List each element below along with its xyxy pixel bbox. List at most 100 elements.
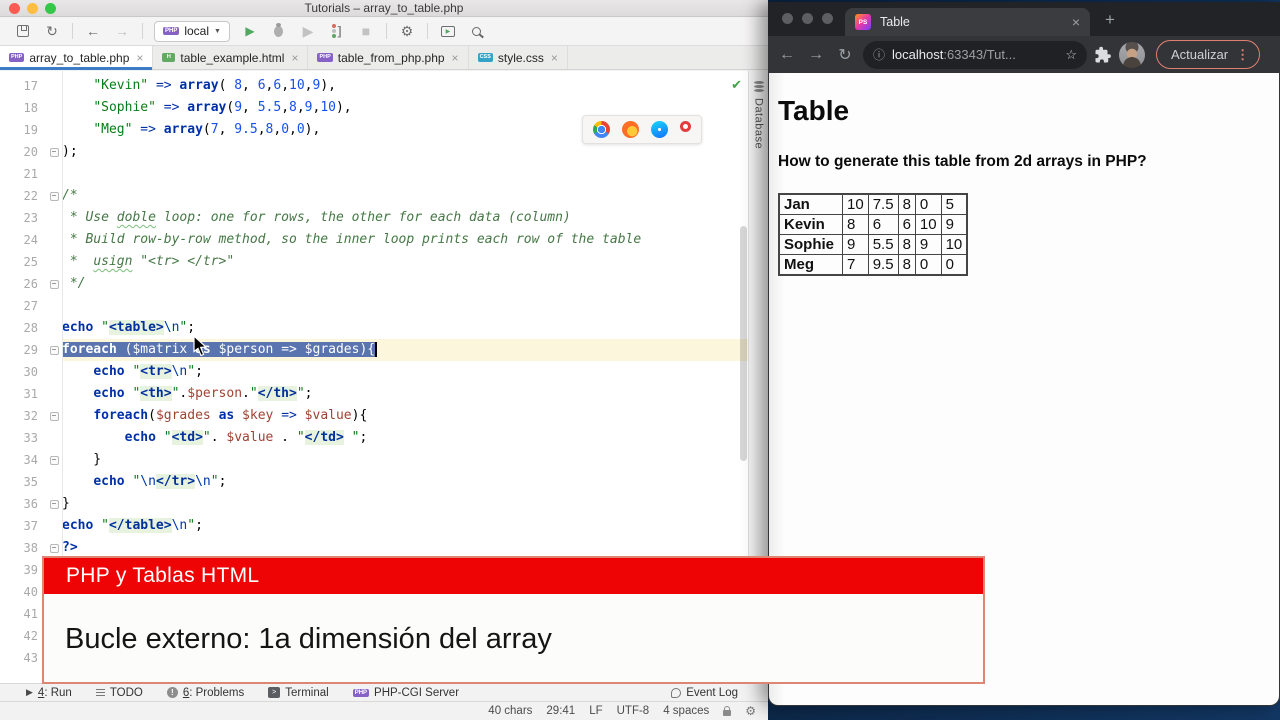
fold-gutter [46,383,62,405]
coverage-button[interactable]: ▶ [299,22,317,40]
browser-forward-button[interactable]: → [805,46,827,64]
browser-tabstrip: PS Table × + [768,2,1280,36]
debug-button[interactable] [270,22,288,40]
toolwindow-problems[interactable]: ! 6: Problems [166,686,245,699]
browser-tab[interactable]: PS Table × [845,8,1090,36]
sync-button[interactable]: ↻ [43,22,61,40]
gear-icon[interactable]: ⚙ [745,704,756,718]
bookmark-star-icon[interactable]: ☆ [1065,47,1077,63]
page-title: Table [778,95,850,126]
close-icon[interactable]: × [291,51,298,65]
line-number: 24 [23,233,38,247]
tab-table_example.html[interactable]: Htable_example.html × [153,46,309,69]
scrollbar-thumb[interactable] [740,226,747,461]
maximize-window-button[interactable] [822,13,833,24]
inspection-ok-icon: ✔ [731,77,742,92]
bracket-icon: ] [337,24,342,38]
toolbar-separator [426,23,428,39]
browser-reload-button[interactable]: ↻ [834,45,856,65]
site-info-icon[interactable]: ⓘ [873,46,885,63]
file-type-icon: PHP [317,52,333,63]
run-config-dropdown[interactable]: PHP local ▼ [154,20,230,42]
reload-page-button[interactable]: Actualizar ⋮ [1156,40,1261,69]
fold-marker-icon[interactable] [46,449,62,471]
fold-marker-icon[interactable] [46,141,62,163]
line-number: 19 [23,123,38,137]
fold-marker-icon[interactable] [46,405,62,427]
line-number: 21 [23,167,38,181]
opera-icon[interactable] [680,121,691,132]
extensions-puzzle-icon[interactable] [1094,46,1112,64]
browser-back-button[interactable]: ← [776,46,798,64]
tab-style.css[interactable]: CSS style.css × [469,46,568,69]
tab-table_from_php.php[interactable]: PHP table_from_php.php × [308,46,469,69]
grade-cell: 9 [914,234,942,255]
grade-cell: 8 [897,234,916,255]
line-number: 26 [23,277,38,291]
run-button[interactable]: ▶ [241,22,259,40]
fold-marker-icon[interactable] [46,273,62,295]
toolbar-separator [142,23,143,39]
stop-icon: ■ [361,23,371,39]
code-text: * usign "<tr> </tr>" [62,254,235,269]
code-text: * Use doble loop: one for rows, the othe… [62,210,571,225]
toolbar-separator [72,23,73,39]
forward-button[interactable]: → [113,22,131,40]
ide-toolbar: ↻ ← → PHP local ▼ ▶ ▶ ] ■ ⚙ ▶ [0,17,768,46]
status-item[interactable]: UTF-8 [617,705,650,717]
profile-avatar[interactable] [1119,41,1145,68]
row-header: Meg [778,254,844,276]
tab-label: table_example.html [180,50,285,65]
event-log-button[interactable]: Event Log [671,687,738,699]
stop-button[interactable]: ■ [357,22,375,40]
close-icon[interactable]: × [551,51,558,65]
back-button[interactable]: ← [84,22,102,40]
close-icon[interactable]: × [452,51,459,65]
settings-wrench-button[interactable]: ⚙ [398,22,416,40]
line-number: 33 [23,431,38,445]
close-window-button[interactable] [782,13,793,24]
toolwindow-todo[interactable]: TODO [95,687,143,699]
toolwindow-terminal[interactable]: > Terminal [268,687,329,699]
run-config-label: local [184,24,210,38]
toolwindow-run[interactable]: ▶ 4: Run [26,687,72,699]
chrome-icon[interactable] [593,121,610,138]
line-number: 38 [23,541,38,555]
file-type-icon: H [162,52,176,63]
new-tab-button[interactable]: + [1105,11,1115,28]
line-number: 37 [23,519,38,533]
attach-debugger-button[interactable]: ] [328,22,346,40]
fold-marker-icon[interactable] [46,493,62,515]
status-item[interactable]: LF [589,705,602,717]
address-bar[interactable]: ⓘ localhost:63343/Tut... ☆ [863,40,1087,69]
tab-array_to_table.php[interactable]: PHP array_to_table.php × [0,46,154,70]
code-text: foreach ($matrix as $person => $grades){ [62,339,748,361]
search-everywhere-button[interactable] [468,22,486,40]
toolwindow-label: 6: Problems [182,686,245,699]
line-number: 41 [23,607,38,621]
grade-cell: 10 [940,234,968,255]
fold-marker-icon[interactable] [46,339,62,361]
minimize-window-button[interactable] [802,13,813,24]
status-item[interactable]: 4 spaces [663,705,709,717]
toolwindow-label: 4: Run [37,686,72,699]
table-row: Meg 7 9.5 8 0 0 [778,254,968,276]
status-item[interactable]: 40 chars [488,705,532,717]
firefox-icon[interactable] [622,121,639,138]
close-icon[interactable]: × [136,51,143,65]
run-console-button[interactable]: ▶ [439,22,457,40]
fold-marker-icon[interactable] [46,185,62,207]
code-line-20: 20); [0,141,748,163]
line-number: 18 [23,101,38,115]
close-icon[interactable]: × [1072,14,1080,30]
save-button[interactable] [14,22,32,40]
code-line-17: 17 "Kevin" => array( 8, 6,6,10,9), [0,75,748,97]
toolwindow-php-cgi-server[interactable]: PHP PHP-CGI Server [352,687,459,699]
php-icon: PHP [163,27,180,35]
browser-menu-dots-icon[interactable]: ⋮ [1236,47,1249,63]
tab-label: array_to_table.php [29,50,130,65]
lock-icon[interactable] [723,705,732,716]
safari-icon[interactable] [651,121,668,138]
status-item[interactable]: 29:41 [546,705,575,717]
database-icon [753,81,764,92]
